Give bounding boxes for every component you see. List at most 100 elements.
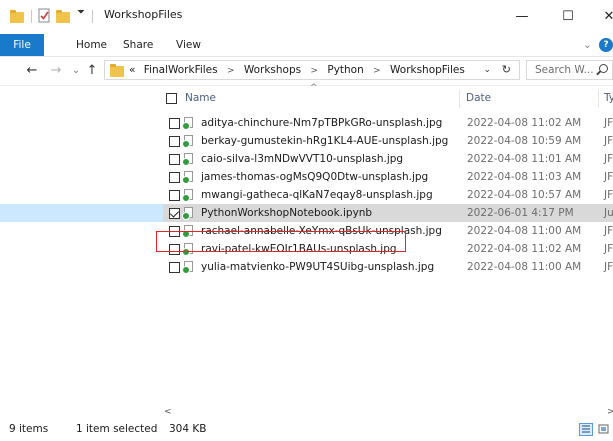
- row-checkbox[interactable]: [169, 154, 180, 165]
- file-type: JF: [604, 189, 613, 201]
- notebook-file-icon: [182, 207, 194, 220]
- tab-view[interactable]: View: [176, 34, 201, 56]
- window-title: WorkshopFiles: [104, 8, 183, 21]
- file-name: aditya-chinchure-Nm7pTBPkGRo-unsplash.jp…: [201, 117, 443, 129]
- tab-home[interactable]: Home: [76, 34, 107, 56]
- image-file-icon: [182, 261, 194, 274]
- file-date: 2022-06-01 4:17 PM: [467, 207, 574, 219]
- file-date: 2022-04-08 11:01 AM: [467, 153, 582, 165]
- file-name: caio-silva-l3mNDwVVT10-unsplash.jpg: [201, 153, 404, 165]
- table-row[interactable]: james-thomas-ogMsQ9Q0Dtw-unsplash.jpg 202…: [0, 168, 613, 186]
- tab-share[interactable]: Share: [123, 34, 153, 56]
- breadcrumb-item[interactable]: FinalWorkFiles: [144, 61, 218, 79]
- file-type: JF: [604, 117, 613, 129]
- breadcrumb-item[interactable]: Workshops: [244, 61, 301, 79]
- file-name: yulia-matvienko-PW9UT4SUibg-unsplash.jpg: [201, 261, 435, 273]
- table-row[interactable]: PythonWorkshopNotebook.ipynb 2022-06-01 4…: [0, 204, 613, 222]
- file-type: JF: [604, 225, 613, 237]
- column-divider[interactable]: [459, 90, 460, 108]
- recent-locations-button[interactable]: ⌄: [68, 61, 84, 81]
- up-button[interactable]: ↑: [84, 61, 100, 81]
- image-file-icon: [182, 171, 194, 184]
- table-row[interactable]: aditya-chinchure-Nm7pTBPkGRo-unsplash.jp…: [0, 114, 613, 132]
- file-name: PythonWorkshopNotebook.ipynb: [201, 207, 373, 219]
- chevron-right-icon[interactable]: >: [310, 62, 318, 80]
- table-row[interactable]: mwangi-gatheca-qlKaN7eqay8-unsplash.jpg 2…: [0, 186, 613, 204]
- refresh-icon[interactable]: ↻: [502, 61, 511, 79]
- file-type: JF: [604, 135, 613, 147]
- scroll-right-button[interactable]: >: [607, 406, 613, 418]
- separator: [31, 10, 32, 23]
- search-input[interactable]: Search W...: [535, 61, 594, 79]
- navigation-bar: ← → ⌄ ↑ « FinalWorkFiles > Workshops > P…: [0, 57, 613, 86]
- selection-size: 304 KB: [169, 423, 207, 435]
- row-checkbox[interactable]: [169, 136, 180, 147]
- close-button[interactable]: ✕: [586, 0, 613, 32]
- breadcrumb-item[interactable]: Python: [327, 61, 363, 79]
- column-type[interactable]: Ty: [604, 92, 613, 104]
- item-count: 9 items: [9, 423, 49, 435]
- table-row[interactable]: caio-silva-l3mNDwVVT10-unsplash.jpg 2022-…: [0, 150, 613, 168]
- selection-count: 1 item selected: [76, 423, 158, 435]
- customize-qat-icon[interactable]: ⏷: [77, 7, 85, 18]
- breadcrumb: « FinalWorkFiles > Workshops > Python > …: [129, 61, 465, 79]
- row-checkbox[interactable]: [169, 208, 180, 219]
- file-name: berkay-gumustekin-hRg1KL4-AUE-unsplash.j…: [201, 135, 449, 147]
- address-bar[interactable]: « FinalWorkFiles > Workshops > Python > …: [104, 60, 520, 80]
- column-header: Name ^ Date Ty: [0, 83, 613, 112]
- horizontal-scrollbar[interactable]: < >: [156, 406, 613, 418]
- scroll-left-button[interactable]: <: [164, 406, 172, 418]
- image-file-icon: [182, 135, 194, 148]
- file-date: 2022-04-08 11:03 AM: [467, 171, 582, 183]
- file-date: 2022-04-08 11:00 AM: [467, 261, 582, 273]
- search-icon: [599, 64, 608, 73]
- status-bar: 9 items 1 item selected 304 KB: [0, 420, 613, 441]
- chevron-down-icon[interactable]: ⌄: [483, 61, 491, 79]
- new-folder-icon[interactable]: [56, 10, 70, 23]
- file-date: 2022-04-08 11:00 AM: [467, 225, 582, 237]
- help-icon[interactable]: ?: [599, 38, 613, 52]
- table-row[interactable]: berkay-gumustekin-hRg1KL4-AUE-unsplash.j…: [0, 132, 613, 150]
- search-box[interactable]: Search W...: [526, 60, 613, 80]
- file-type: JF: [604, 243, 613, 255]
- file-date: 2022-04-08 11:02 AM: [467, 117, 582, 129]
- row-checkbox[interactable]: [169, 262, 180, 273]
- image-file-icon: [182, 153, 194, 166]
- file-type: Ju: [604, 207, 613, 219]
- maximize-button[interactable]: ☐: [545, 0, 591, 32]
- file-type: JF: [604, 261, 613, 273]
- large-icons-view-button[interactable]: [597, 423, 611, 436]
- back-button[interactable]: ←: [24, 61, 40, 81]
- file-name: james-thomas-ogMsQ9Q0Dtw-unsplash.jpg: [201, 171, 429, 183]
- column-date[interactable]: Date: [466, 92, 491, 104]
- tab-file[interactable]: File: [0, 34, 44, 56]
- file-type: JF: [604, 171, 613, 183]
- row-checkbox[interactable]: [169, 172, 180, 183]
- file-date: 2022-04-08 10:59 AM: [467, 135, 582, 147]
- minimize-button[interactable]: —: [499, 0, 545, 32]
- table-row[interactable]: yulia-matvienko-PW9UT4SUibg-unsplash.jpg…: [0, 258, 613, 276]
- select-all-checkbox[interactable]: [166, 93, 177, 104]
- image-file-icon: [182, 189, 194, 202]
- chevron-right-icon[interactable]: >: [373, 62, 381, 80]
- breadcrumb-overflow[interactable]: «: [129, 61, 135, 79]
- column-divider[interactable]: [598, 90, 599, 108]
- image-file-icon: [182, 117, 194, 130]
- breadcrumb-item[interactable]: WorkshopFiles: [390, 61, 465, 79]
- chevron-right-icon[interactable]: >: [227, 62, 235, 80]
- expand-ribbon-icon[interactable]: ⌄: [583, 34, 592, 56]
- sort-ascending-icon: ^: [310, 83, 318, 93]
- column-name[interactable]: Name: [185, 92, 216, 104]
- file-date: 2022-04-08 10:57 AM: [467, 189, 582, 201]
- file-type: JF: [604, 153, 613, 165]
- row-checkbox[interactable]: [169, 118, 180, 129]
- details-view-button[interactable]: [579, 423, 593, 436]
- folder-icon: [10, 10, 24, 23]
- folder-icon: [110, 64, 124, 77]
- properties-icon[interactable]: [38, 8, 51, 23]
- ribbon-tabs: File Home Share View ⌄ ?: [0, 34, 613, 57]
- highlight-annotation: [156, 231, 406, 252]
- title-bar: ⏷ WorkshopFiles — ☐ ✕: [0, 0, 613, 32]
- forward-button[interactable]: →: [48, 61, 64, 81]
- row-checkbox[interactable]: [169, 190, 180, 201]
